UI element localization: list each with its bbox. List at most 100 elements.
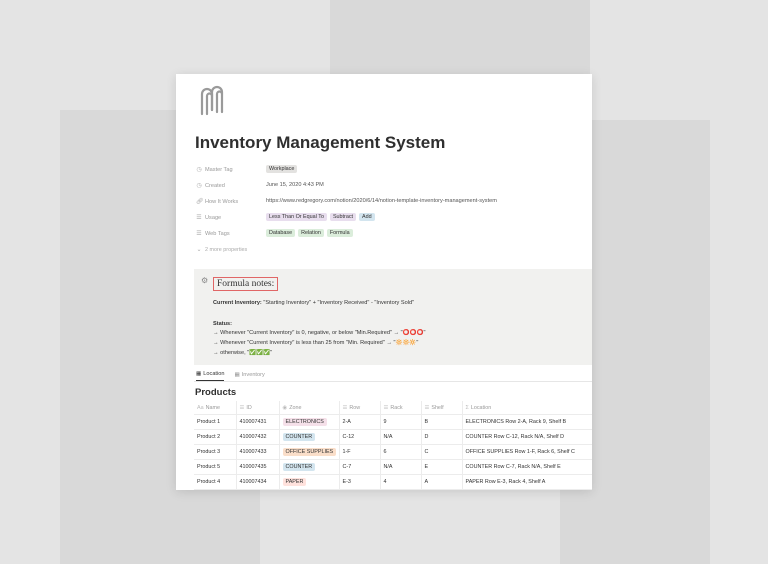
text-icon: Aa <box>197 404 204 411</box>
list-icon: ☰ <box>239 404 245 411</box>
cell-zone[interactable]: COUNTER <box>278 459 339 475</box>
cell-row[interactable]: C-12 <box>338 429 380 445</box>
cell-rack[interactable]: 6 <box>379 444 421 460</box>
select-icon: ◉ <box>282 404 288 411</box>
gear-icon[interactable]: ⚙ <box>201 276 208 285</box>
formula-icon: Σ <box>465 404 469 411</box>
cell-location[interactable]: COUNTER Row C-7, Rack N/A, Shelf E <box>461 459 592 475</box>
cell-zone[interactable]: COUNTER <box>278 429 339 445</box>
background-shape <box>330 0 590 74</box>
column-label: Row <box>349 404 361 411</box>
status-label-text: Status: <box>213 321 232 327</box>
column-header-rack[interactable]: ☰ Rack <box>379 401 421 415</box>
cell-shelf[interactable]: C <box>420 444 462 460</box>
cell-shelf[interactable]: D <box>420 429 462 445</box>
cell-row[interactable]: 1-F <box>338 444 380 460</box>
cell-id[interactable]: 410007434 <box>235 474 279 490</box>
products-table: Aa Name ☰ ID ◉ Zone ☰ Row ☰ Rack ☰ Shelf Σ Loca… <box>194 401 592 490</box>
status-label: Status: <box>213 321 232 327</box>
column-label: Rack <box>390 404 403 411</box>
cell-name[interactable]: Product 4 <box>194 474 236 490</box>
property-created[interactable]: ◷ Created June 15, 2020 4:43 PM <box>196 178 586 194</box>
cell-id[interactable]: 410007435 <box>235 459 279 475</box>
cell-shelf[interactable]: A <box>420 474 462 490</box>
cell-id[interactable]: 410007433 <box>235 444 279 460</box>
clock-icon: ◷ <box>196 183 202 189</box>
callout-title: Formula notes: <box>213 277 279 291</box>
property-value: June 15, 2020 4:43 PM <box>266 182 324 188</box>
page-title: Inventory Management System <box>195 133 446 152</box>
status-line-1: → Whenever "Current Inventory" is 0, neg… <box>213 330 426 336</box>
property-master-tag[interactable]: ◷ Master Tag Workplace <box>196 162 586 178</box>
table-row[interactable]: Product 2 410007432 COUNTER C-12 N/A D C… <box>194 429 592 445</box>
cell-row[interactable]: 2-A <box>338 414 380 430</box>
table-row[interactable]: Product 4 410007434 PAPER E-3 4 A PAPER … <box>194 474 592 490</box>
cell-rack[interactable]: 9 <box>379 414 421 430</box>
cell-shelf[interactable]: B <box>420 414 462 430</box>
tab-inventory[interactable]: ▦ Inventory <box>234 371 264 381</box>
current-text: "Starting Inventory" + "Inventory Receiv… <box>261 300 415 306</box>
property-usage[interactable]: ☰ Usage Less Than Or Equal To Subtract Ad… <box>196 210 586 226</box>
cell-location[interactable]: PAPER Row E-3, Rack 4, Shelf A <box>461 474 592 490</box>
cell-name[interactable]: Product 3 <box>194 444 236 460</box>
check-mark-icon: ✅✅✅ <box>249 350 271 356</box>
property-web-tags[interactable]: ☰ Web Tags Database Relation Formula <box>196 226 586 242</box>
tag: Database <box>266 229 296 237</box>
paperclip-icon[interactable] <box>196 84 230 118</box>
zone-tag: ELECTRONICS <box>282 418 327 426</box>
cell-zone[interactable]: ELECTRONICS <box>278 414 339 430</box>
column-header-shelf[interactable]: ☰ Shelf <box>420 401 462 415</box>
column-header-name[interactable]: Aa Name <box>194 401 236 415</box>
tag: Subtract <box>329 213 357 221</box>
status-line-2: → Whenever "Current Inventory" is less t… <box>213 340 418 346</box>
table-row[interactable]: Product 3 410007433 OFFICE SUPPLIES 1-F … <box>194 444 592 460</box>
cell-id[interactable]: 410007431 <box>235 414 279 430</box>
cell-shelf[interactable]: E <box>420 459 462 475</box>
cell-rack[interactable]: N/A <box>379 459 421 475</box>
cell-rack[interactable]: N/A <box>379 429 421 445</box>
list-icon: ☰ <box>342 404 348 411</box>
more-properties-toggle[interactable]: ⌄ 2 more properties <box>196 242 586 258</box>
current-label: Current Inventory: <box>213 300 262 306</box>
formula-notes-callout: ⚙ Formula notes: Current Inventory: "Sta… <box>194 269 592 365</box>
sun-icon: 🔆🔆🔆 <box>395 340 417 346</box>
cell-name[interactable]: Product 2 <box>194 429 236 445</box>
quote-mark: " <box>423 330 426 336</box>
table-icon: ▦ <box>196 371 202 377</box>
tab-location[interactable]: ▦ Location <box>196 371 225 381</box>
tag: Relation <box>298 229 324 237</box>
cell-location[interactable]: ELECTRONICS Row 2-A, Rack 9, Shelf B <box>461 414 592 430</box>
cell-location[interactable]: OFFICE SUPPLIES Row 1-F, Rack 6, Shelf C <box>461 444 592 460</box>
table-row[interactable]: Product 1 410007431 ELECTRONICS 2-A 9 B … <box>194 414 592 430</box>
cell-location[interactable]: COUNTER Row C-12, Rack N/A, Shelf D <box>461 429 592 445</box>
column-label: Shelf <box>431 404 444 411</box>
column-header-id[interactable]: ☰ ID <box>235 401 279 415</box>
cell-name[interactable]: Product 1 <box>194 414 236 430</box>
status-line-3: → otherwise, "✅✅✅" <box>213 350 272 356</box>
database-title[interactable]: Products <box>195 387 236 398</box>
tag: Workplace <box>266 165 298 173</box>
quote-mark: " <box>270 350 273 356</box>
zone-tag: PAPER <box>282 478 307 486</box>
cell-name[interactable]: Product 5 <box>194 459 236 475</box>
cell-zone[interactable]: OFFICE SUPPLIES <box>278 444 339 460</box>
table-row[interactable]: Product 5 410007435 COUNTER C-7 N/A E CO… <box>194 459 592 475</box>
list-icon: ☰ <box>196 215 202 221</box>
property-label: Usage <box>205 214 222 221</box>
status-text: → Whenever "Current Inventory" is 0, neg… <box>213 330 403 336</box>
view-tabs: ▦ Location ▦ Inventory <box>196 371 265 381</box>
cell-rack[interactable]: 4 <box>379 474 421 490</box>
property-link[interactable]: https://www.redgregory.com/notion/2020/6… <box>266 198 497 204</box>
cell-row[interactable]: C-7 <box>338 459 380 475</box>
property-how-it-works[interactable]: 🔗︎ How It Works https://www.redgregory.co… <box>196 194 586 210</box>
column-header-zone[interactable]: ◉ Zone <box>278 401 339 415</box>
chevron-down-icon: ⌄ <box>196 247 202 253</box>
cell-row[interactable]: E-3 <box>338 474 380 490</box>
divider <box>194 381 592 382</box>
more-properties-label: 2 more properties <box>205 246 248 253</box>
column-header-location[interactable]: Σ Location <box>461 401 592 415</box>
column-header-row[interactable]: ☰ Row <box>338 401 380 415</box>
zone-tag: COUNTER <box>282 463 316 471</box>
cell-zone[interactable]: PAPER <box>278 474 339 490</box>
cell-id[interactable]: 410007432 <box>235 429 279 445</box>
